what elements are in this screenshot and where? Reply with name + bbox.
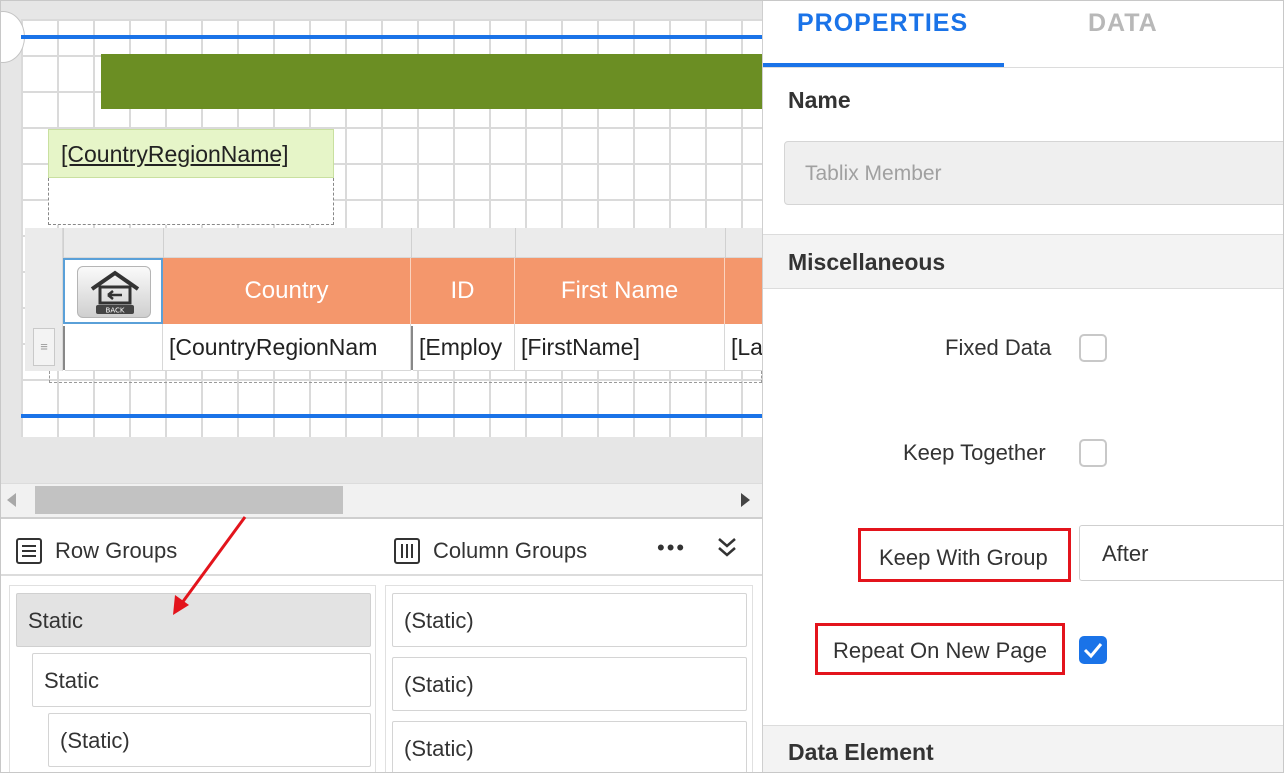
data-cell-first-name[interactable]: [FirstName] bbox=[515, 324, 725, 371]
repeat-on-new-page-checkbox[interactable] bbox=[1079, 636, 1107, 664]
keep-together-label: Keep Together bbox=[903, 440, 1046, 465]
textbox-empty-cell[interactable] bbox=[48, 178, 334, 225]
report-designer-window: [CountryRegionName] BACK Country ID Firs… bbox=[0, 0, 1284, 773]
column-handle-separator bbox=[411, 228, 412, 258]
keep-with-group-dropdown[interactable]: After bbox=[1079, 525, 1283, 581]
fixed-data-label: Fixed Data bbox=[945, 335, 1052, 360]
data-cell-country[interactable]: [CountryRegionNam bbox=[163, 324, 411, 371]
column-handle-separator bbox=[163, 228, 164, 258]
header-band-rectangle[interactable] bbox=[101, 54, 762, 109]
checkmark-icon bbox=[1083, 643, 1103, 659]
column-groups-list: (Static) (Static) (Static) bbox=[385, 585, 753, 772]
row-groups-icon bbox=[16, 538, 42, 564]
miscellaneous-section-header[interactable]: Miscellaneous bbox=[763, 234, 1283, 289]
name-section-label: Name bbox=[788, 87, 851, 113]
image-cell[interactable]: BACK bbox=[63, 258, 163, 324]
scroll-left-icon[interactable] bbox=[7, 493, 16, 507]
tab-divider bbox=[763, 67, 1283, 68]
column-handle-separator bbox=[725, 228, 726, 258]
data-cell-last-name[interactable]: [La bbox=[725, 324, 762, 371]
column-handle-separator bbox=[63, 228, 64, 258]
row-group-item[interactable]: Static bbox=[16, 593, 371, 647]
home-back-icon: BACK bbox=[90, 270, 140, 315]
tablix[interactable]: BACK Country ID First Name ≡ [CountryReg… bbox=[25, 228, 762, 384]
tablix-footer-boundary bbox=[49, 371, 762, 383]
column-handle-row[interactable] bbox=[25, 228, 762, 258]
more-options-icon[interactable]: ••• bbox=[657, 535, 686, 561]
country-region-field[interactable]: [CountryRegionName] bbox=[48, 129, 334, 178]
scrollbar-thumb[interactable] bbox=[35, 486, 343, 514]
scroll-right-icon[interactable] bbox=[741, 493, 750, 507]
column-groups-header: Column Groups bbox=[393, 537, 587, 565]
data-cell-employee-id[interactable]: [Employ bbox=[413, 324, 515, 371]
header-section-boundary bbox=[21, 35, 762, 39]
tab-properties[interactable]: PROPERTIES bbox=[797, 9, 968, 38]
row-group-item[interactable]: (Static) bbox=[48, 713, 371, 767]
svg-text:BACK: BACK bbox=[106, 307, 125, 315]
row-groups-label: Row Groups bbox=[55, 538, 178, 563]
header-cell-last-name[interactable] bbox=[725, 258, 762, 324]
row-group-item[interactable]: Static bbox=[32, 653, 371, 707]
column-groups-icon bbox=[394, 538, 420, 564]
header-cell-country[interactable]: Country bbox=[163, 258, 411, 324]
double-chevron-down-icon[interactable] bbox=[714, 533, 740, 563]
groups-divider bbox=[1, 574, 762, 576]
data-element-section-header[interactable]: Data Element bbox=[763, 725, 1283, 772]
repeat-on-new-page-label: Repeat On New Page bbox=[833, 638, 1048, 663]
column-group-item[interactable]: (Static) bbox=[392, 657, 747, 711]
grouping-pane: Row Groups Column Groups ••• Static Stat… bbox=[1, 517, 762, 772]
row-grip-handle[interactable]: ≡ bbox=[33, 328, 55, 366]
column-handle-separator bbox=[515, 228, 516, 258]
keep-with-group-label: Keep With Group bbox=[879, 545, 1048, 570]
column-group-item[interactable]: (Static) bbox=[392, 721, 747, 772]
column-group-item[interactable]: (Static) bbox=[392, 593, 747, 647]
back-home-image: BACK bbox=[77, 266, 151, 318]
header-cell-first-name[interactable]: First Name bbox=[515, 258, 725, 324]
fixed-data-checkbox[interactable] bbox=[1079, 334, 1107, 362]
miscellaneous-section-label: Miscellaneous bbox=[788, 249, 946, 275]
properties-panel: PROPERTIES DATA Name Tablix Member Misce… bbox=[762, 1, 1283, 772]
body-section-boundary bbox=[21, 414, 762, 418]
column-groups-label: Column Groups bbox=[433, 538, 588, 563]
data-cell-image[interactable] bbox=[65, 324, 163, 371]
header-cell-id[interactable]: ID bbox=[411, 258, 515, 324]
data-element-section-label: Data Element bbox=[788, 739, 934, 765]
country-region-textbox[interactable]: [CountryRegionName] bbox=[48, 129, 334, 225]
design-surface: [CountryRegionName] BACK Country ID Firs… bbox=[1, 1, 762, 517]
row-groups-list: Static Static (Static) bbox=[9, 585, 376, 772]
horizontal-scrollbar[interactable] bbox=[1, 483, 762, 517]
row-groups-header: Row Groups bbox=[15, 537, 177, 565]
tab-data[interactable]: DATA bbox=[1088, 9, 1158, 38]
name-field[interactable]: Tablix Member bbox=[784, 141, 1283, 205]
keep-together-checkbox[interactable] bbox=[1079, 439, 1107, 467]
